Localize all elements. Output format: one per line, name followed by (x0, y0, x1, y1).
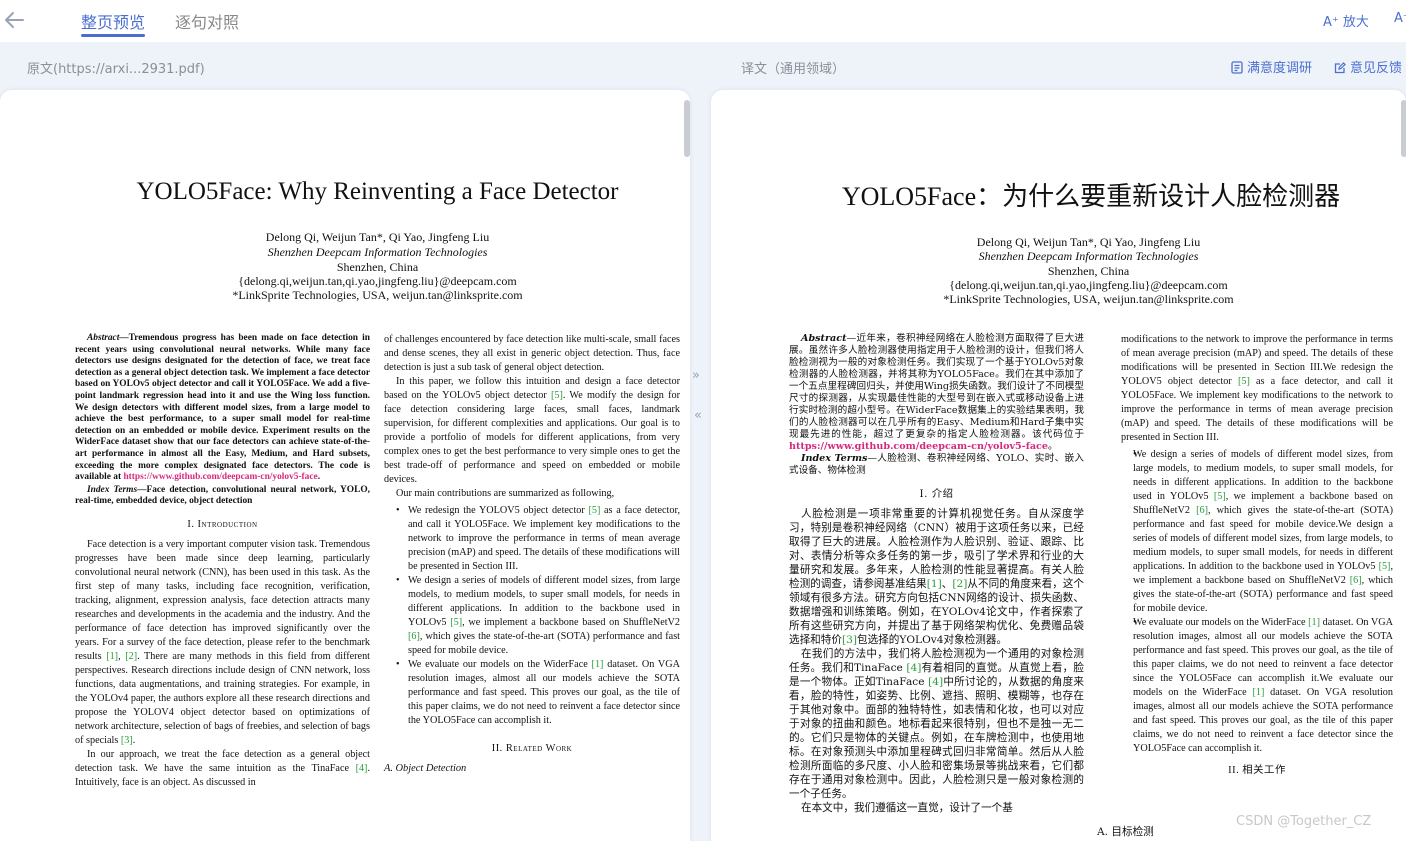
survey-button-label: 满意度调研 (1247, 61, 1313, 76)
feedback-button[interactable]: 意见反馈 (1334, 57, 1402, 78)
translated-abstract: Abstract—近年来，卷积神经网络在人脸检测方面取得了巨大进展。虽然许多人脸… (789, 333, 1084, 452)
subsection-heading: A. Object Detection (384, 763, 467, 774)
source-document-label: 原文(https://arxi...2931.pdf) (27, 62, 205, 77)
translated-authors: Delong Qi, Weijun Tan*, Qi Yao, Jingfeng… (976, 235, 1201, 249)
translated-city: Shenzhen, China (1047, 264, 1130, 278)
translated-email: {delong.qi,weijun.tan,qi.yao,jingfeng.li… (949, 278, 1228, 292)
col2-paragraph-1: of challenges encountered by face detect… (384, 334, 680, 373)
zoom-in-button[interactable]: A⁺ 放大 (1323, 11, 1369, 30)
edit-icon (1334, 61, 1346, 78)
translated-column-1: Abstract—近年来，卷积神经网络在人脸检测方面取得了巨大进展。虽然许多人脸… (789, 333, 1084, 815)
list-item: We redesign the YOLOV5 object detector [… (384, 504, 680, 574)
top-bar: 整页预览 逐句对照 A⁺ 放大 A⁻ (0, 0, 1406, 42)
active-tab-indicator (81, 34, 145, 37)
translated-contributions-list: We design a series of models of differen… (1121, 448, 1393, 756)
paper-title: YOLO5Face: Why Reinventing a Face Detect… (136, 178, 619, 205)
list-item: We evaluate our models on the WiderFace … (1121, 616, 1393, 756)
paper-column-2: of challenges encountered by face detect… (384, 333, 680, 776)
intro-paragraph: Face detection is a very important compu… (75, 538, 370, 746)
paper-email: {delong.qi,weijun.tan,qi.yao,jingfeng.li… (238, 274, 517, 288)
original-pdf-page: YOLO5Face: Why Reinventing a Face Detect… (0, 90, 690, 841)
translated-code-link[interactable]: https://www.github.com/deepcam-cn/yolov5… (789, 441, 1048, 452)
intro-paragraph-2: In our approach, we treat the face detec… (75, 748, 370, 788)
translated-col2-paragraph: modifications to the network to improve … (1121, 334, 1393, 443)
section-heading-introduction: I. Introduction (187, 518, 258, 530)
expand-left-icon[interactable]: « (694, 408, 702, 423)
abstract: Abstract—Tremendous progress has been ma… (75, 333, 370, 483)
paper-affiliation: Shenzhen Deepcam Information Technologie… (267, 245, 488, 259)
list-item: We evaluate our models on the WiderFace … (384, 658, 680, 728)
original-scrollbar[interactable] (684, 100, 690, 157)
tab-sentence-compare[interactable]: 逐句对照 (175, 9, 239, 33)
translated-email-2: *LinkSprite Technologies, USA, weijun.ta… (943, 292, 1234, 306)
translated-intro-paragraph-3: 在本文中，我们遵循这一直觉，设计了一个基 (801, 802, 1013, 814)
section-heading-related-work: II. Related Work (491, 743, 573, 754)
translated-intro-paragraph-2: 在我们的方法中，我们将人脸检测视为一个通用的对象检测任务。我们和TinaFace… (789, 648, 1085, 800)
translated-section-introduction: I. 介绍 (919, 488, 954, 500)
translated-index-terms: Index Terms—人脸检测、卷积神经网络、YOLO、实时、嵌入式设备、物体… (789, 453, 1084, 476)
list-item: We design a series of models of differen… (384, 574, 680, 658)
contributions-list: We redesign the YOLOV5 object detector [… (384, 504, 680, 728)
col2-paragraph-2: In this paper, we follow this intuition … (384, 376, 680, 485)
watermark: CSDN @Together_CZ (1236, 814, 1372, 829)
expand-right-icon[interactable]: » (692, 368, 700, 383)
paper-column-1: Abstract—Tremendous progress has been ma… (75, 333, 370, 790)
survey-icon (1231, 61, 1243, 78)
index-terms: Index Terms—Face detection, convolutiona… (75, 484, 370, 507)
code-link[interactable]: https://www.github.com/deepcam-cn/yolov5… (123, 472, 317, 482)
paper-authors: Delong Qi, Weijun Tan*, Qi Yao, Jingfeng… (265, 230, 490, 244)
paper-email-2: *LinkSprite Technologies, USA, weijun.ta… (232, 288, 523, 302)
translated-column-2: modifications to the network to improve … (1121, 333, 1393, 780)
translated-title: YOLO5Face：为什么要重新设计人脸检测器 (841, 182, 1341, 211)
translated-section-related-work: II. 相关工作 (1228, 765, 1286, 776)
translated-intro-paragraph: 人脸检测是一项非常重要的计算机视觉任务。自从深度学习，特别是卷积神经网络（CNN… (789, 508, 1085, 646)
translation-label: 译文（通用领域） (741, 62, 846, 77)
translated-affiliation: Shenzhen Deepcam Information Technologie… (978, 249, 1199, 263)
paper-city: Shenzhen, China (336, 260, 419, 274)
translated-subsection-heading: A. 目标检测 (1097, 826, 1154, 838)
zoom-out-button[interactable]: A⁻ (1394, 11, 1406, 26)
tab-page-preview[interactable]: 整页预览 (81, 9, 145, 33)
translated-pdf-page: YOLO5Face：为什么要重新设计人脸检测器 Delong Qi, Weiju… (711, 90, 1406, 841)
list-item: We design a series of models of differen… (1121, 448, 1393, 616)
col2-paragraph-3: Our main contributions are summarized as… (396, 488, 615, 499)
survey-button[interactable]: 满意度调研 (1231, 57, 1312, 78)
feedback-button-label: 意见反馈 (1350, 61, 1403, 76)
work-area: 原文(https://arxi...2931.pdf) 译文（通用领域） 满意度… (0, 42, 1406, 841)
back-arrow-icon[interactable] (2, 8, 28, 32)
translation-scrollbar[interactable] (1401, 100, 1406, 157)
